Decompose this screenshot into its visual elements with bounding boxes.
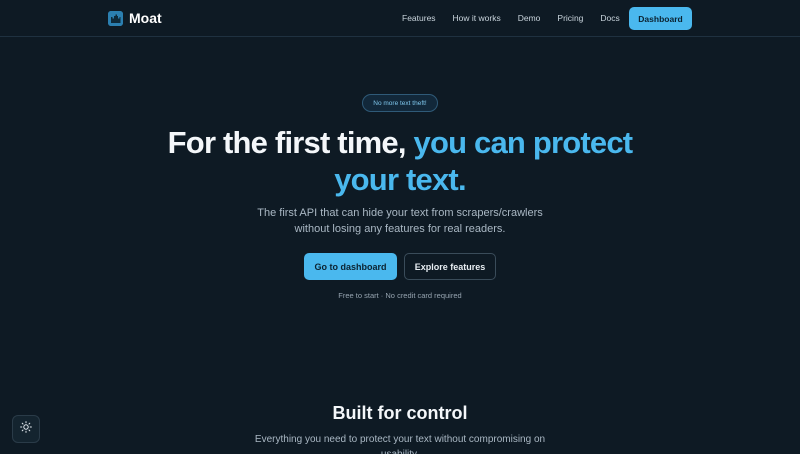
hero-subtitle: The first API that can hide your text fr… (0, 205, 800, 237)
explore-features-button[interactable]: Explore features (404, 253, 496, 280)
hero-title-accent-1: you can protect (413, 125, 634, 160)
nav-link-features[interactable]: Features (402, 13, 436, 24)
top-nav: Moat Features How it works Demo Pricing … (0, 0, 800, 37)
castle-icon (108, 10, 123, 26)
section-subtitle: Everything you need to protect your text… (254, 434, 546, 454)
nav-link-how-it-works[interactable]: How it works (453, 13, 501, 24)
theme-toggle-button[interactable] (12, 415, 40, 443)
section-title: Built for control (332, 403, 468, 423)
landing-page: Moat Features How it works Demo Pricing … (0, 0, 800, 454)
hero-badge: No more text theft! (362, 94, 438, 112)
sun-icon (20, 420, 32, 438)
hero-title-part1: For the first time, (167, 125, 407, 160)
nav-link-demo[interactable]: Demo (518, 13, 541, 24)
dashboard-button[interactable]: Dashboard (629, 7, 692, 30)
hero-subtitle-line1: The first API that can hide your text fr… (257, 207, 543, 219)
nav-links: Features How it works Demo Pricing Docs (402, 13, 637, 24)
brand[interactable]: Moat (108, 9, 162, 27)
nav-link-docs[interactable]: Docs (600, 13, 619, 24)
hero-title: For the first time, you can protect your… (0, 124, 800, 198)
hero-subtitle-line2: without losing any features for real rea… (294, 223, 506, 235)
brand-name: Moat (129, 10, 162, 26)
go-to-dashboard-button[interactable]: Go to dashboard (304, 253, 397, 280)
nav-link-pricing[interactable]: Pricing (557, 13, 583, 24)
hero-note: Free to start · No credit card required (338, 291, 462, 300)
hero-title-accent-2: your text. (334, 162, 466, 197)
